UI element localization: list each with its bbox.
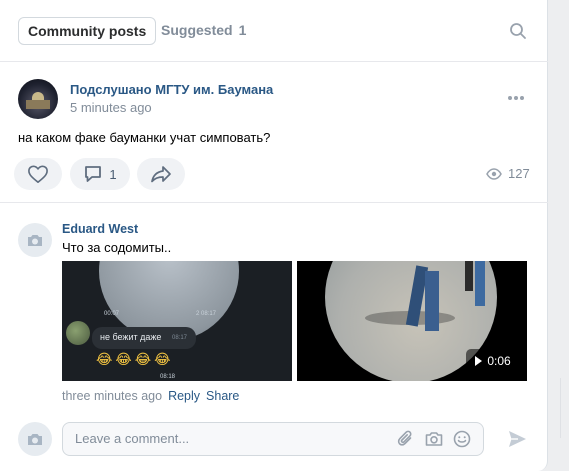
comment-button[interactable]: 1 (70, 158, 130, 190)
reply-link[interactable]: Reply (168, 389, 200, 403)
tabs-bar: Community posts Suggested 1 (0, 0, 548, 62)
views-counter: 127 (486, 166, 530, 181)
play-icon (475, 356, 483, 366)
camera-placeholder-icon (28, 433, 42, 445)
like-button[interactable] (14, 158, 62, 190)
send-icon[interactable] (506, 428, 528, 450)
my-avatar[interactable] (18, 422, 52, 456)
media-time-right: 2 08:17 (196, 311, 217, 317)
wall-card: Community posts Suggested 1 Подслушано МГ… (0, 0, 548, 471)
tab-suggested-label: Suggested (161, 22, 233, 38)
heart-icon (28, 165, 48, 183)
laugh-emojis: 😂😂😂😂 (96, 351, 174, 367)
chat-bottom-time: 08:18 (160, 374, 176, 380)
chat-bubble-text: не бежит даже (100, 332, 162, 342)
video-duration: 0:06 (487, 354, 511, 368)
video-duration-badge: 0:06 (466, 349, 520, 373)
camera-placeholder-icon (28, 234, 42, 246)
share-arrow-icon (151, 166, 171, 183)
post-text: на каком факе бауманки учат симповать? (18, 130, 271, 145)
share-link[interactable]: Share (206, 389, 239, 403)
tab-suggested[interactable]: Suggested 1 (152, 17, 255, 45)
camera-icon[interactable] (424, 429, 444, 449)
page-background-strip (548, 0, 569, 471)
post-divider (0, 202, 548, 203)
eye-icon (486, 167, 502, 180)
more-icon[interactable] (506, 92, 526, 104)
chat-avatar (66, 321, 90, 345)
post-time[interactable]: 5 minutes ago (70, 100, 152, 115)
comment-input-box[interactable] (62, 422, 484, 456)
suggested-count: 1 (238, 22, 247, 38)
tab-community-posts[interactable]: Community posts (18, 17, 157, 45)
post-author[interactable]: Подслушано МГТУ им. Баумана (70, 82, 273, 97)
paperclip-icon[interactable] (396, 429, 416, 449)
avatar-building (26, 100, 50, 109)
media-time-left: 00:07 (104, 311, 120, 317)
comment-image-1[interactable]: 00:07 2 08:17 не бежит даже 08:17 😂😂😂😂 0… (62, 261, 292, 381)
search-icon[interactable] (509, 22, 527, 40)
comment-meta: three minutes ago Reply Share (62, 389, 239, 403)
share-button[interactable] (137, 158, 185, 190)
comment-author[interactable]: Eduard West (62, 222, 138, 236)
person-legs-4 (475, 261, 485, 306)
tab-community-posts-label: Community posts (28, 23, 147, 39)
scroll-edge (560, 378, 561, 438)
comment-icon (85, 166, 102, 182)
comment-text: Что за содомиты.. (62, 240, 172, 255)
smile-icon[interactable] (452, 429, 472, 449)
comment-input[interactable] (75, 431, 385, 446)
comment-count: 1 (109, 166, 117, 182)
chat-bubble-time: 08:17 (172, 335, 188, 341)
person-legs-2 (425, 271, 439, 331)
views-count: 127 (508, 166, 530, 181)
comment-time[interactable]: three minutes ago (62, 389, 162, 403)
person-legs-3 (465, 261, 473, 291)
commenter-avatar[interactable] (18, 223, 52, 257)
community-avatar[interactable] (18, 79, 58, 119)
